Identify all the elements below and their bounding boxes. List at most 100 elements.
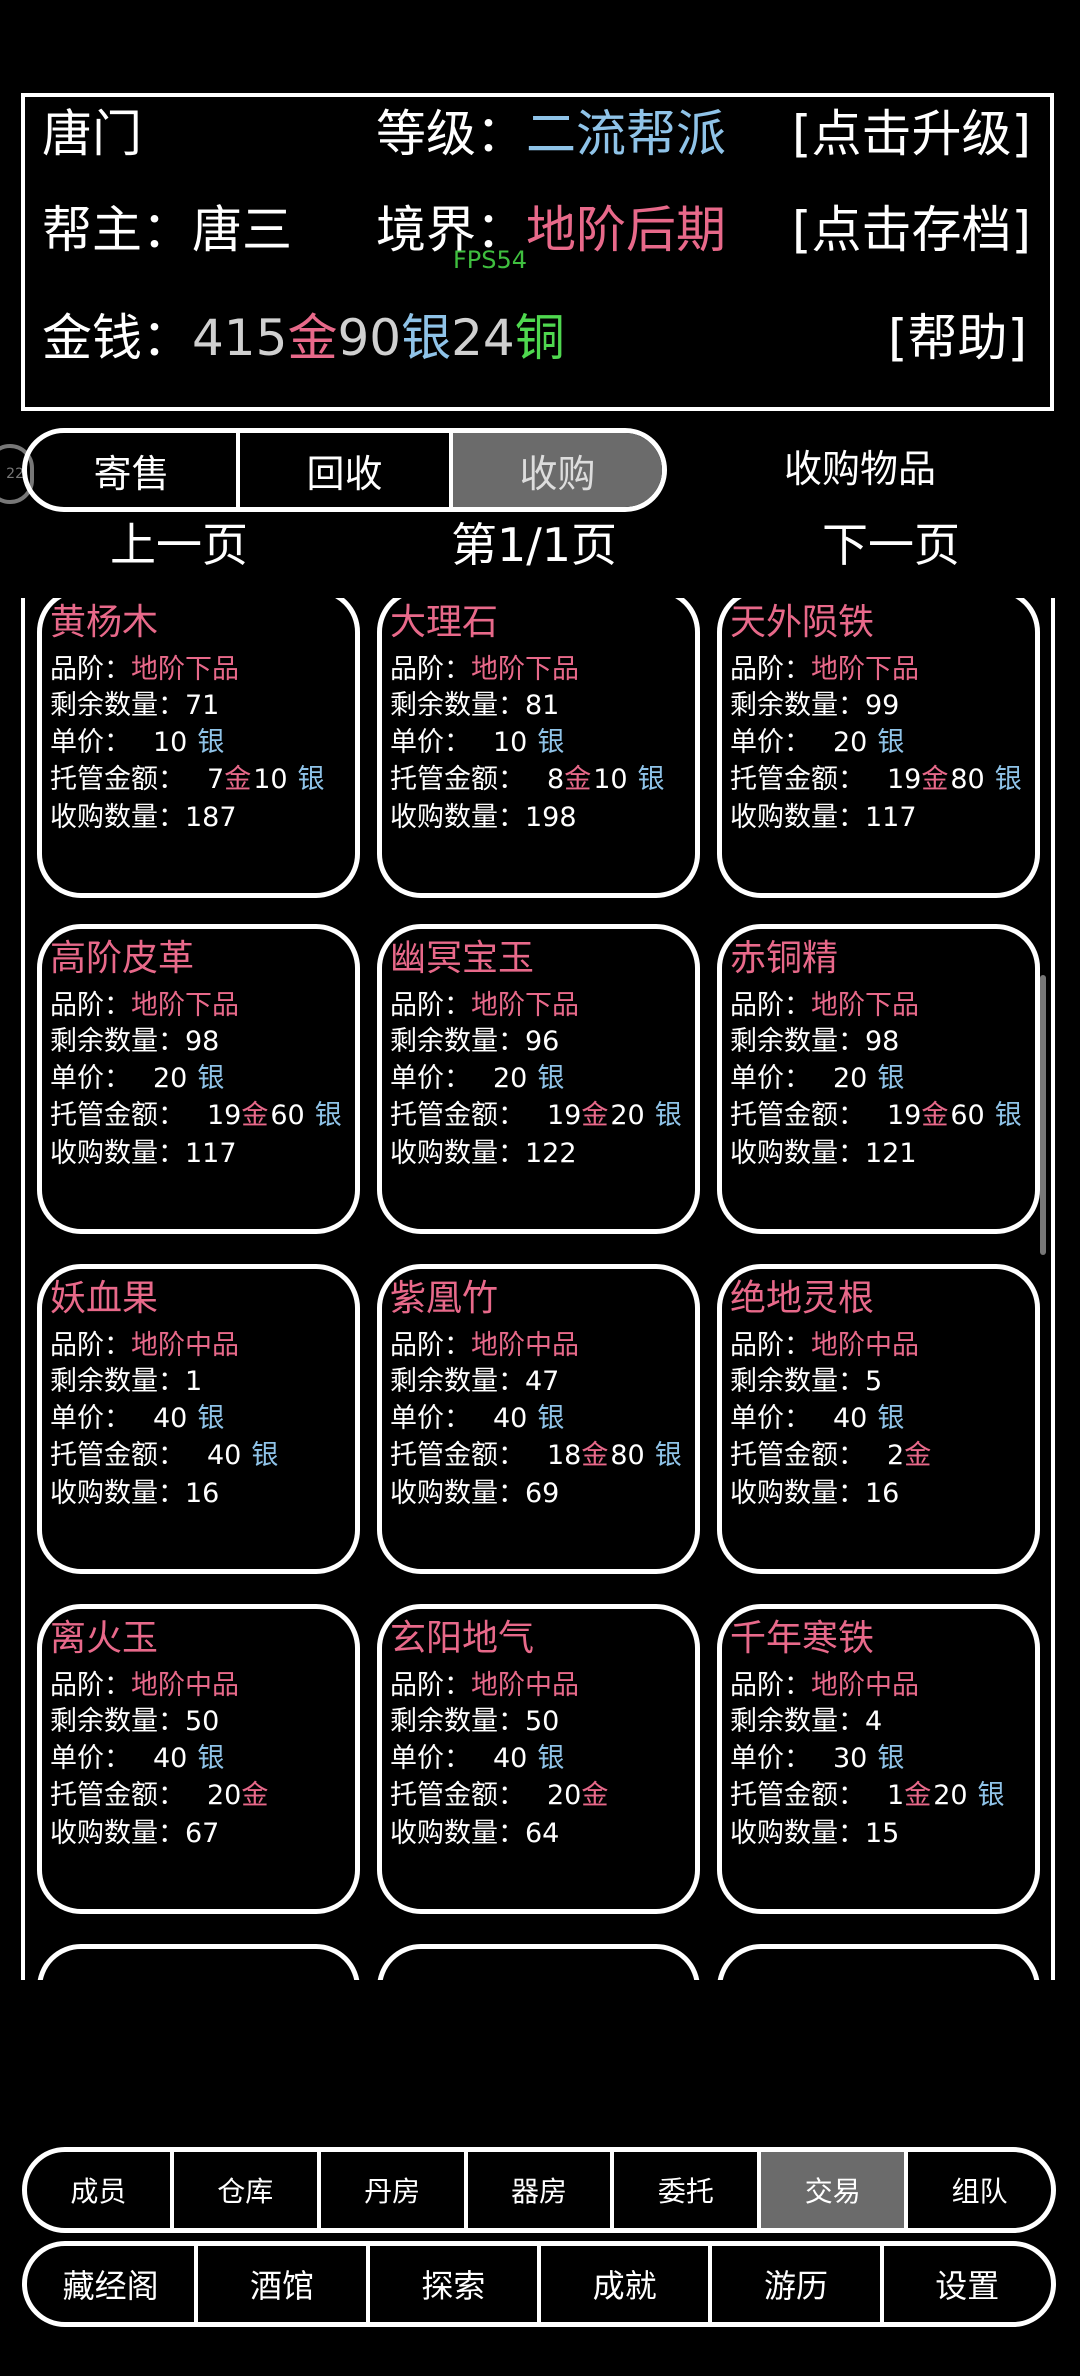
nav-explore[interactable]: 探索 bbox=[370, 2246, 541, 2322]
item-card[interactable]: 离火玉 品阶：地阶中品 剩余数量：50 单价： 40 银托管金额： 20金 收购数量：67 bbox=[37, 1604, 360, 1914]
item-card-partial[interactable] bbox=[37, 1944, 360, 1980]
remaining-value: 1 bbox=[185, 1366, 203, 1397]
item-remaining: 剩余数量：98 bbox=[50, 1019, 219, 1058]
escrow-silver-unit: 银 bbox=[297, 764, 325, 795]
item-card[interactable]: 天外陨铁 品阶：地阶下品 剩余数量：99 单价： 20 银托管金额： 19金80 银收购数量：… bbox=[717, 598, 1040, 898]
purchase-list[interactable]: 黄杨木 品阶：地阶下品 剩余数量：71 单价： 10 银托管金额： 7金10 银收购数量：18… bbox=[21, 598, 1055, 1980]
item-purchase-qty: 收购数量：64 bbox=[390, 1811, 559, 1850]
remaining-label: 剩余数量： bbox=[730, 1706, 865, 1737]
escrow-label: 托管金额： bbox=[390, 1440, 525, 1471]
nav-achievements[interactable]: 成就 bbox=[541, 2246, 713, 2322]
remaining-label: 剩余数量： bbox=[390, 1706, 525, 1737]
nav-trade[interactable]: 交易 bbox=[761, 2152, 909, 2228]
item-card[interactable]: 玄阳地气 品阶：地阶中品 剩余数量：50 单价： 40 银托管金额： 20金 收购数量：64 bbox=[377, 1604, 700, 1914]
escrow-label: 托管金额： bbox=[730, 1440, 865, 1471]
escrow-gold: 8 bbox=[547, 764, 565, 795]
item-card[interactable]: 幽冥宝玉 品阶：地阶下品 剩余数量：96 单价： 20 银托管金额： 19金20 银收购数量：… bbox=[377, 924, 700, 1234]
nav-warehouse[interactable]: 仓库 bbox=[174, 2152, 321, 2228]
grade-value: 地阶下品 bbox=[471, 990, 579, 1021]
item-card-partial[interactable] bbox=[377, 1944, 700, 1980]
remaining-label: 剩余数量： bbox=[50, 690, 185, 721]
price-unit: 银 bbox=[537, 1403, 565, 1434]
item-card[interactable]: 紫凰竹 品阶：地阶中品 剩余数量：47 单价： 40 银托管金额： 18金80 银收购数量：6… bbox=[377, 1264, 700, 1574]
item-unit-price: 单价： 20 银 bbox=[50, 1056, 224, 1095]
level-value: 二流帮派 bbox=[526, 105, 726, 163]
item-unit-price: 单价： 20 银 bbox=[390, 1056, 564, 1095]
nav-settings[interactable]: 设置 bbox=[884, 2246, 1051, 2322]
money-display: 金钱：415金90银24铜 bbox=[42, 308, 565, 368]
item-card[interactable]: 妖血果 品阶：地阶中品 剩余数量：1 单价： 40 银托管金额： 40 银收购数量：16 bbox=[37, 1264, 360, 1574]
escrow-label: 托管金额： bbox=[730, 1100, 865, 1131]
escrow-gold: 19 bbox=[547, 1100, 582, 1131]
grade-value: 地阶下品 bbox=[131, 990, 239, 1021]
item-remaining: 剩余数量：96 bbox=[390, 1019, 559, 1058]
price-value: 40 bbox=[153, 1403, 188, 1434]
item-purchase-qty: 收购数量：69 bbox=[390, 1471, 559, 1510]
item-card[interactable]: 高阶皮革 品阶：地阶下品 剩余数量：98 单价： 20 银托管金额： 19金60 银收购数量：… bbox=[37, 924, 360, 1234]
grade-label: 品阶： bbox=[730, 654, 811, 685]
item-remaining: 剩余数量：50 bbox=[390, 1699, 559, 1738]
item-grade: 品阶：地阶中品 bbox=[50, 1323, 239, 1362]
price-unit: 银 bbox=[537, 1063, 565, 1094]
item-grade: 品阶：地阶中品 bbox=[730, 1323, 919, 1362]
grade-value: 地阶下品 bbox=[811, 990, 919, 1021]
item-purchase-qty: 收购数量：16 bbox=[730, 1471, 899, 1510]
help-button[interactable]: [帮助] bbox=[888, 308, 1027, 368]
item-card[interactable]: 大理石 品阶：地阶下品 剩余数量：81 单价： 10 银托管金额： 8金10 银收购数量：19… bbox=[377, 598, 700, 898]
prev-page-button[interactable]: 上一页 bbox=[110, 510, 248, 580]
save-button[interactable]: [点击存档] bbox=[792, 200, 1031, 260]
item-grade: 品阶：地阶中品 bbox=[730, 1663, 919, 1702]
tab-recycle[interactable]: 回收 bbox=[240, 433, 453, 507]
nav-travel[interactable]: 游历 bbox=[712, 2246, 884, 2322]
price-unit: 银 bbox=[197, 727, 225, 758]
remaining-value: 4 bbox=[865, 1706, 883, 1737]
purchase-qty-value: 187 bbox=[185, 802, 237, 833]
remaining-value: 47 bbox=[525, 1366, 560, 1397]
item-card[interactable]: 千年寒铁 品阶：地阶中品 剩余数量：4 单价： 30 银托管金额： 1金20 银收购数量：15 bbox=[717, 1604, 1040, 1914]
item-card-partial[interactable] bbox=[717, 1944, 1040, 1980]
grade-value: 地阶中品 bbox=[811, 1330, 919, 1361]
price-value: 20 bbox=[153, 1063, 188, 1094]
escrow-gold: 20 bbox=[547, 1780, 582, 1811]
purchase-qty-value: 67 bbox=[185, 1818, 220, 1849]
fps-counter: FPS54 bbox=[453, 246, 528, 274]
item-escrow: 托管金额： 2金 bbox=[730, 1433, 931, 1472]
remaining-value: 50 bbox=[525, 1706, 560, 1737]
tab-consign[interactable]: 寄售 bbox=[27, 433, 240, 507]
nav-alchemy[interactable]: 丹房 bbox=[321, 2152, 468, 2228]
sect-name: 唐门 bbox=[42, 105, 142, 163]
tab-purchase[interactable]: 收购 bbox=[453, 433, 662, 507]
item-grade: 品阶：地阶中品 bbox=[390, 1323, 579, 1362]
purchase-qty-label: 收购数量： bbox=[730, 1818, 865, 1849]
list-scrollbar[interactable] bbox=[1040, 975, 1046, 1255]
price-label: 单价： bbox=[50, 1063, 131, 1094]
item-unit-price: 单价： 30 银 bbox=[730, 1736, 904, 1775]
grade-value: 地阶中品 bbox=[131, 1330, 239, 1361]
remaining-label: 剩余数量： bbox=[730, 690, 865, 721]
item-card[interactable]: 黄杨木 品阶：地阶下品 剩余数量：71 单价： 10 银托管金额： 7金10 银收购数量：18… bbox=[37, 598, 360, 898]
escrow-silver-unit: 银 bbox=[994, 764, 1022, 795]
item-card[interactable]: 赤铜精 品阶：地阶下品 剩余数量：98 单价： 20 银托管金额： 19金60 银收购数量：1… bbox=[717, 924, 1040, 1234]
purchase-qty-label: 收购数量： bbox=[390, 1138, 525, 1169]
item-card[interactable]: 绝地灵根 品阶：地阶中品 剩余数量：5 单价： 40 银托管金额： 2金 收购数量：16 bbox=[717, 1264, 1040, 1574]
price-label: 单价： bbox=[730, 1403, 811, 1434]
remaining-label: 剩余数量： bbox=[390, 690, 525, 721]
nav-commission[interactable]: 委托 bbox=[614, 2152, 762, 2228]
item-unit-price: 单价： 40 银 bbox=[390, 1736, 564, 1775]
nav-library[interactable]: 藏经阁 bbox=[27, 2246, 199, 2322]
escrow-gold: 7 bbox=[207, 764, 225, 795]
nav-team[interactable]: 组队 bbox=[908, 2152, 1051, 2228]
next-page-button[interactable]: 下一页 bbox=[822, 510, 960, 580]
item-escrow: 托管金额： 20金 bbox=[50, 1773, 268, 1812]
nav-tavern[interactable]: 酒馆 bbox=[198, 2246, 370, 2322]
item-remaining: 剩余数量：71 bbox=[50, 683, 219, 722]
remaining-value: 81 bbox=[525, 690, 560, 721]
sect-realm: 境界：地阶后期 bbox=[376, 200, 726, 260]
escrow-silver: 40 bbox=[207, 1440, 242, 1471]
item-remaining: 剩余数量：1 bbox=[50, 1359, 202, 1398]
upgrade-button[interactable]: [点击升级] bbox=[792, 104, 1031, 164]
item-name: 妖血果 bbox=[50, 1278, 159, 1319]
nav-members[interactable]: 成员 bbox=[27, 2152, 174, 2228]
grade-value: 地阶下品 bbox=[811, 654, 919, 685]
nav-forge[interactable]: 器房 bbox=[468, 2152, 615, 2228]
